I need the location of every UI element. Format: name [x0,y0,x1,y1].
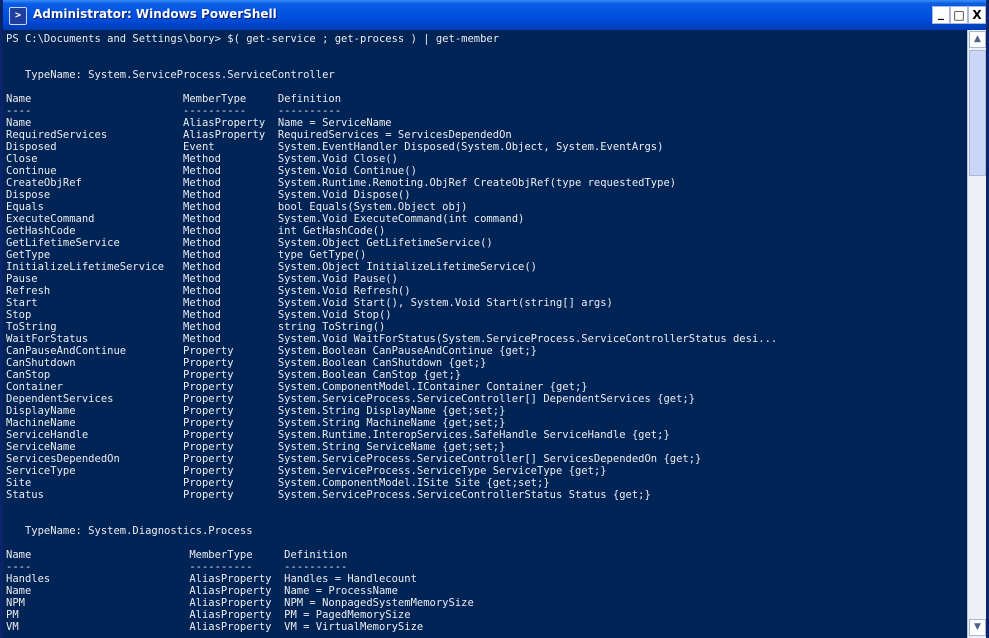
console-line: Site Property System.ComponentModel.ISit… [6,477,550,489]
console-line: ServiceHandle Property System.Runtime.In… [6,429,670,441]
console-line: GetLifetimeService Method System.Object … [6,237,493,249]
console-line: GetHashCode Method int GetHashCode() [6,225,386,237]
console-line: Continue Method System.Void Continue() [6,165,417,177]
console-line: ---- ---------- ---------- [6,105,342,117]
console-line: ExecuteCommand Method System.Void Execut… [6,213,525,225]
console-line: DisplayName Property System.String Displ… [6,405,506,417]
console-line: TypeName: System.ServiceProcess.ServiceC… [6,69,335,81]
console-line: Start Method System.Void Start(), System… [6,297,613,309]
console-line: DependentServices Property System.Servic… [6,393,696,405]
console-line: ---- ---------- ---------- [6,561,348,573]
powershell-icon[interactable]: > [9,7,27,25]
title-bar[interactable]: > Administrator: Windows PowerShell _ □ … [3,0,986,30]
console-line: RequiredServices AliasProperty RequiredS… [6,129,512,141]
scrollbar-thumb[interactable] [969,50,986,176]
console-line: PM AliasProperty PM = PagedMemorySize [6,609,411,621]
console-line: Stop Method System.Void Stop() [6,309,392,321]
console-line: Dispose Method System.Void Dispose() [6,189,411,201]
console-line: WaitForStatus Method System.Void WaitFor… [6,333,778,345]
console-line: GetType Method type GetType() [6,249,367,261]
console-line: Equals Method bool Equals(System.Object … [6,201,468,213]
console-line: Refresh Method System.Void Refresh() [6,285,411,297]
maximize-button[interactable]: □ [950,6,968,24]
console-line: Status Property System.ServiceProcess.Se… [6,489,651,501]
console-text: PS C:\Documents and Settings\bory> $( ge… [3,30,967,633]
scroll-up-button[interactable]: ▲ [969,31,986,48]
console-line: PS C:\Documents and Settings\bory> $( ge… [6,33,500,45]
console-line: Name AliasProperty Name = ServiceName [6,117,392,129]
console-line: Handles AliasProperty Handles = Handleco… [6,573,417,585]
console-line: MachineName Property System.String Machi… [6,417,506,429]
console-line: CreateObjRef Method System.Runtime.Remot… [6,177,677,189]
console-line: Disposed Event System.EventHandler Dispo… [6,141,664,153]
console-line: InitializeLifetimeService Method System.… [6,261,538,273]
console-line: NPM AliasProperty NPM = NonpagedSystemMe… [6,597,474,609]
close-button[interactable]: X [968,6,986,24]
console-line: TypeName: System.Diagnostics.Process [6,525,253,537]
powershell-window: > Administrator: Windows PowerShell _ □ … [0,0,989,638]
console-output[interactable]: PS C:\Documents and Settings\bory> $( ge… [3,30,967,638]
vertical-scrollbar[interactable]: ▲ ▼ [967,30,986,638]
console-line: CanStop Property System.Boolean CanStop … [6,369,462,381]
console-line: Name AliasProperty Name = ProcessName [6,585,398,597]
window-title: Administrator: Windows PowerShell [33,7,277,21]
console-line: Name MemberType Definition [6,93,342,105]
console-line: Close Method System.Void Close() [6,153,398,165]
scroll-down-button[interactable]: ▼ [969,619,986,636]
console-line: Name MemberType Definition [6,549,348,561]
minimize-button[interactable]: _ [932,6,950,24]
console-line: ServicesDependedOn Property System.Servi… [6,453,702,465]
console-line: ServiceName Property System.String Servi… [6,441,506,453]
console-line: Pause Method System.Void Pause() [6,273,398,285]
console-line: Container Property System.ComponentModel… [6,381,588,393]
console-line: ToString Method string ToString() [6,321,386,333]
console-line: CanPauseAndContinue Property System.Bool… [6,345,538,357]
console-line: VM AliasProperty VM = VirtualMemorySize [6,621,424,633]
console-line: ServiceType Property System.ServiceProce… [6,465,607,477]
console-line: CanShutdown Property System.Boolean CanS… [6,357,487,369]
